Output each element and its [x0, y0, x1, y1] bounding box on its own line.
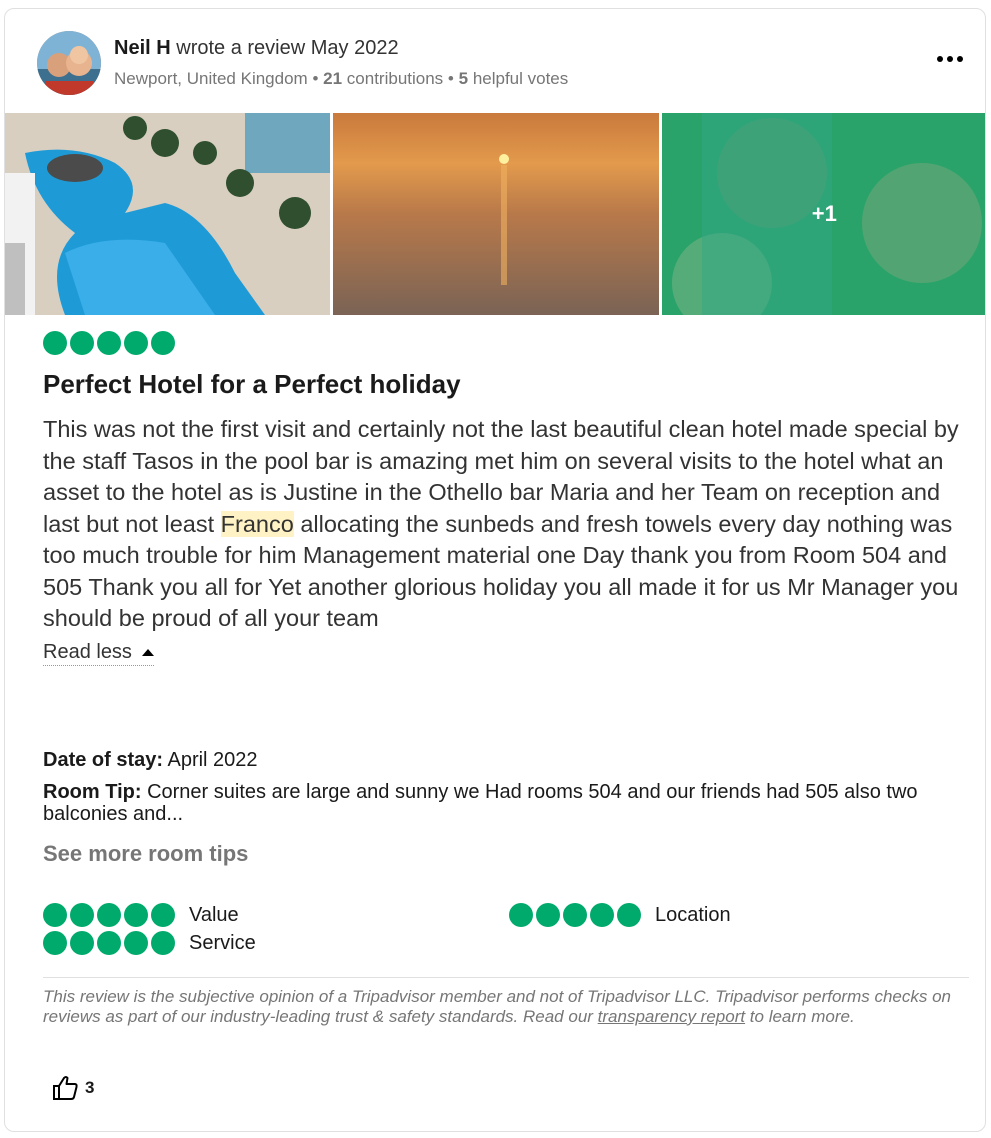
see-more-room-tips-button[interactable]: See more room tips — [43, 841, 248, 867]
rating-bubble-icon — [509, 903, 533, 927]
rating-bubbles — [43, 903, 175, 927]
thumbs-up-icon — [53, 1076, 78, 1100]
caret-up-icon — [141, 648, 154, 656]
more-photos-overlay[interactable]: +1 — [661, 113, 985, 315]
helpful-votes-label: helpful votes — [472, 69, 569, 88]
rating-bubble-icon — [590, 903, 614, 927]
rating-bubble-icon — [151, 903, 175, 927]
rating-bubbles — [43, 931, 175, 955]
rating-bubble-icon — [43, 903, 67, 927]
rating-bubble-icon — [563, 903, 587, 927]
rating-bubbles — [43, 331, 969, 355]
contributions-label: contributions — [346, 69, 444, 88]
subrating-location: Location — [509, 903, 731, 927]
helpful-count: 3 — [85, 1078, 95, 1097]
avatar[interactable] — [37, 31, 101, 95]
rating-bubble-icon — [97, 331, 121, 355]
rating-bubble-icon — [124, 931, 148, 955]
rating-bubble-icon — [97, 903, 121, 927]
review-photo-pool[interactable] — [5, 113, 331, 315]
rating-bubble-icon — [70, 903, 94, 927]
contributions-count: 21 — [323, 69, 343, 88]
review-card: Neil H wrote a review May 2022 Newport, … — [4, 8, 986, 1132]
rating-bubble-icon — [124, 903, 148, 927]
author-meta: Newport, United Kingdom • 21 contributio… — [114, 69, 569, 88]
subrating-value: Value — [43, 903, 239, 927]
rating-bubble-icon — [70, 931, 94, 955]
rating-bubble-icon — [151, 331, 175, 355]
review-photo-selfie[interactable]: +1 — [661, 113, 985, 315]
review-content: Perfect Hotel for a Perfect holiday This… — [43, 331, 969, 666]
rating-bubble-icon — [43, 331, 67, 355]
date-of-stay: Date of stay: April 2022 — [43, 749, 258, 771]
review-body: This was not the first visit and certain… — [43, 416, 959, 631]
rating-bubble-icon — [97, 931, 121, 955]
subratings: Value Location Service — [43, 903, 969, 963]
photo-strip: +1 — [5, 113, 985, 315]
rating-bubble-icon — [536, 903, 560, 927]
review-photo-sunset[interactable] — [333, 113, 659, 315]
subrating-service: Service — [43, 931, 256, 955]
helpful-votes-count: 5 — [458, 69, 469, 88]
review-title[interactable]: Perfect Hotel for a Perfect holiday — [43, 369, 969, 400]
transparency-report-link[interactable]: transparency report — [598, 1007, 745, 1026]
rating-bubble-icon — [617, 903, 641, 927]
highlighted-term: Franco — [220, 510, 294, 537]
rating-bubble-icon — [151, 931, 175, 955]
helpful-vote-button[interactable]: 3 — [51, 1075, 94, 1101]
author-line: Neil H wrote a review May 2022 — [114, 37, 399, 60]
author-location: Newport, United Kingdom — [114, 69, 308, 88]
author-name[interactable]: Neil H — [114, 37, 171, 59]
more-options-button[interactable] — [933, 45, 967, 73]
rating-bubbles — [509, 903, 641, 927]
review-disclaimer: This review is the subjective opinion of… — [43, 987, 951, 1026]
rating-bubble-icon — [43, 931, 67, 955]
three-dots-icon — [937, 56, 943, 62]
review-action: wrote a review May 2022 — [176, 37, 399, 59]
room-tip: Room Tip: Corner suites are large and su… — [43, 781, 918, 825]
rating-bubble-icon — [124, 331, 148, 355]
review-header: Neil H wrote a review May 2022 Newport, … — [37, 29, 967, 99]
divider — [43, 977, 969, 978]
read-less-button[interactable]: Read less — [43, 641, 154, 666]
rating-bubble-icon — [70, 331, 94, 355]
